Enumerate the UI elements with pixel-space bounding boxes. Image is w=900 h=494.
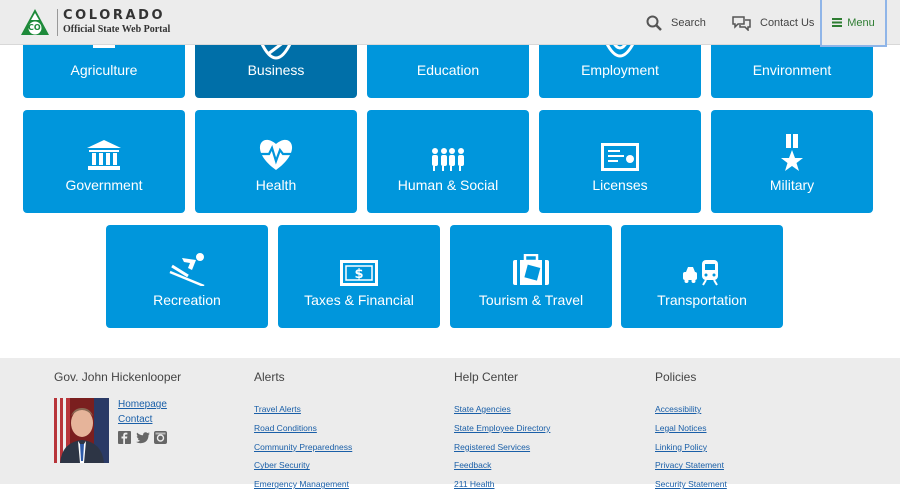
tile-tourism-travel[interactable]: Tourism & Travel — [450, 225, 612, 328]
tile-label: Tourism & Travel — [478, 292, 584, 308]
tile-label: Recreation — [153, 292, 221, 308]
capitol-building-icon — [87, 140, 121, 170]
social-links — [118, 431, 167, 444]
money-bill-icon: $ — [340, 260, 378, 286]
search-link[interactable]: Search — [646, 0, 706, 45]
tile-label: Health — [255, 177, 297, 193]
footer-link[interactable]: Accessibility — [655, 400, 727, 419]
tile-taxes-financial[interactable]: $ Taxes & Financial — [278, 225, 440, 328]
svg-text:$: $ — [354, 267, 363, 282]
tile-label: Environment — [752, 62, 832, 78]
footer-policies: Policies Accessibility Legal Notices Lin… — [655, 370, 727, 494]
footer-link[interactable]: Cyber Security — [254, 456, 352, 475]
footer-link[interactable]: Emergency Management — [254, 475, 352, 494]
footer-link[interactable]: Community Preparedness — [254, 438, 352, 457]
tile-label: Taxes & Financial — [304, 292, 414, 308]
logo-subtitle: Official State Web Portal — [63, 23, 171, 35]
colorado-logo[interactable]: CO COLORADO Official State Web Portal — [20, 8, 170, 36]
search-icon — [646, 15, 662, 31]
skier-icon — [169, 253, 205, 286]
footer-link[interactable]: Registered Services — [454, 438, 550, 457]
logo-title: COLORADO — [63, 7, 166, 23]
footer-link[interactable]: 211 Health — [454, 475, 550, 494]
site-header: CO COLORADO Official State Web Portal Se… — [0, 0, 900, 47]
tile-licenses[interactable]: Licenses — [539, 110, 701, 213]
tile-label: Government — [65, 177, 143, 193]
tile-label: Human & Social — [397, 177, 499, 193]
heart-pulse-icon — [259, 139, 293, 170]
footer-heading: Alerts — [254, 370, 285, 384]
footer-governor: Gov. John Hickenlooper — [54, 370, 181, 400]
instagram-icon[interactable] — [154, 431, 167, 444]
tile-military[interactable]: Military — [711, 110, 873, 213]
tile-employment[interactable]: Employment — [539, 40, 701, 98]
contact-us-label: Contact Us — [760, 16, 815, 29]
medal-star-icon — [781, 134, 803, 171]
tile-label: Agriculture — [70, 62, 138, 78]
footer-link[interactable]: Legal Notices — [655, 419, 727, 438]
footer-link[interactable]: Security Statement — [655, 475, 727, 494]
governor-links: Homepage Contact — [118, 397, 167, 427]
footer-heading: Policies — [655, 370, 697, 384]
footer-alerts: Alerts Travel Alerts Road Conditions Com… — [254, 370, 352, 494]
tile-label: Education — [416, 62, 480, 78]
certificate-icon — [601, 143, 639, 171]
tile-education[interactable]: Education — [367, 40, 529, 98]
governor-homepage-link[interactable]: Homepage — [118, 397, 167, 412]
contact-us-link[interactable]: Contact Us — [732, 0, 814, 45]
car-train-icon — [683, 260, 718, 286]
tile-label: Transportation — [657, 292, 747, 308]
tile-business[interactable]: Business — [195, 40, 357, 98]
footer-link[interactable]: Road Conditions — [254, 419, 352, 438]
menu-label: Menu — [847, 16, 875, 29]
footer-heading: Help Center — [454, 370, 519, 384]
governor-contact-link[interactable]: Contact — [118, 412, 167, 427]
twitter-icon[interactable] — [136, 431, 150, 444]
tile-transportation[interactable]: Transportation — [621, 225, 783, 328]
footer-link[interactable]: Feedback — [454, 456, 550, 475]
site-footer: Gov. John Hickenlooper Homepage Contact … — [0, 358, 900, 489]
chat-bubbles-icon — [732, 15, 751, 31]
colorado-triangle-icon: CO — [20, 8, 50, 36]
footer-link[interactable]: Linking Policy — [655, 438, 727, 457]
tile-agriculture[interactable]: Agriculture — [23, 40, 185, 98]
tile-government[interactable]: Government — [23, 110, 185, 213]
footer-heading: Gov. John Hickenlooper — [54, 370, 182, 384]
tile-health[interactable]: Health — [195, 110, 357, 213]
footer-link[interactable]: State Agencies — [454, 400, 550, 419]
tile-label: Business — [247, 62, 305, 78]
facebook-icon[interactable] — [118, 431, 131, 444]
footer-link[interactable]: Travel Alerts — [254, 400, 352, 419]
menu-button[interactable]: Menu — [820, 0, 887, 47]
search-label: Search — [671, 16, 706, 29]
tile-label: Employment — [581, 62, 659, 78]
tile-label: Military — [769, 177, 815, 193]
tile-environment[interactable]: Environment — [711, 40, 873, 98]
suitcase-icon — [513, 254, 549, 285]
logo-badge: CO — [28, 23, 41, 32]
footer-help-center: Help Center State Agencies State Employe… — [454, 370, 550, 494]
governor-photo — [54, 398, 109, 463]
tile-human-social[interactable]: Human & Social — [367, 110, 529, 213]
footer-link[interactable]: Privacy Statement — [655, 456, 727, 475]
hamburger-icon — [832, 18, 843, 27]
tile-recreation[interactable]: Recreation — [106, 225, 268, 328]
footer-link[interactable]: State Employee Directory — [454, 419, 550, 438]
tile-label: Licenses — [592, 177, 648, 193]
people-group-icon — [432, 148, 464, 171]
